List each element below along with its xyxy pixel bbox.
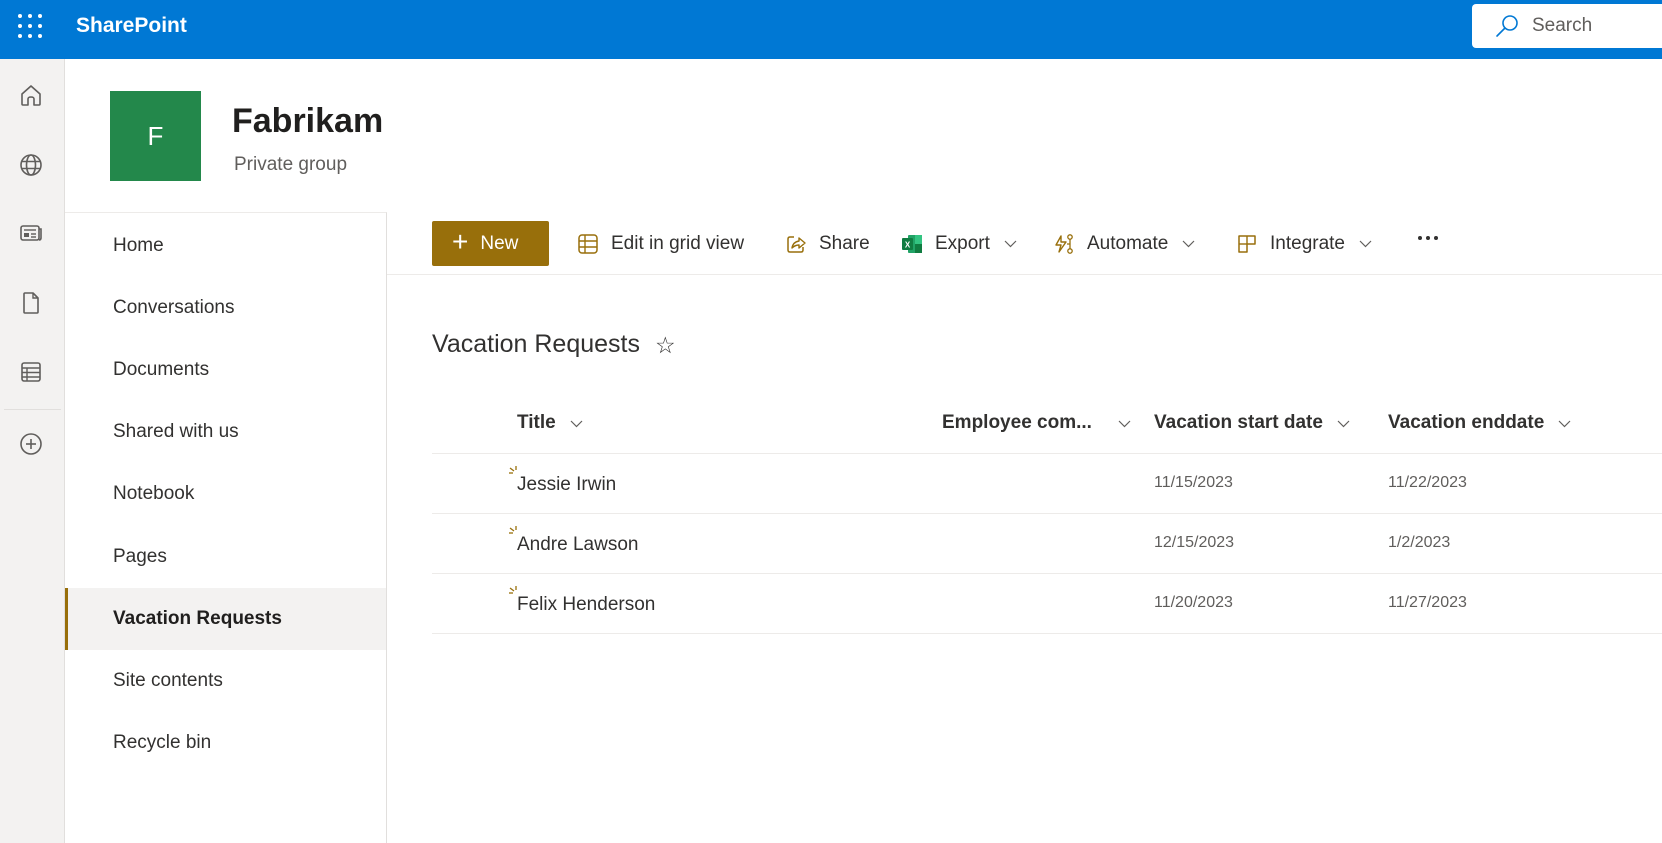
column-header-vacation-end-date-label: Vacation enddate <box>1388 412 1545 433</box>
globe-icon[interactable] <box>17 151 45 179</box>
chevron-down-icon <box>570 420 583 427</box>
row-start-date: 11/20/2023 <box>1154 594 1233 611</box>
share-icon <box>787 235 806 253</box>
column-header-vacation-start-date-label: Vacation start date <box>1154 412 1323 433</box>
column-header-title[interactable]: Title <box>517 412 583 434</box>
row-title-link[interactable]: Andre Lawson <box>517 534 638 556</box>
row-end-date: 11/22/2023 <box>1388 474 1467 491</box>
svg-text:X: X <box>905 240 911 249</box>
list-view: Title Employee com... Vacation start dat… <box>432 394 1662 634</box>
nav-item-home[interactable]: Home <box>65 215 386 277</box>
row-title-link[interactable]: Felix Henderson <box>517 594 655 616</box>
row-start-date: 11/15/2023 <box>1154 474 1233 491</box>
edit-in-grid-view-label: Edit in grid view <box>611 232 745 254</box>
column-header-employee-comments[interactable]: Employee com... <box>942 412 1131 434</box>
column-header-vacation-start-date[interactable]: Vacation start date <box>1154 412 1350 434</box>
integrate-icon <box>1238 234 1256 253</box>
chevron-down-icon <box>1359 240 1372 248</box>
row-title-link[interactable]: Jessie Irwin <box>517 474 616 496</box>
export-button[interactable]: X Export <box>901 221 1017 266</box>
share-button[interactable]: Share <box>785 221 870 266</box>
search-placeholder: Search <box>1532 15 1593 36</box>
nav-item-notebook[interactable]: Notebook <box>65 463 386 525</box>
app-bar-divider <box>4 409 61 410</box>
create-plus-icon[interactable] <box>17 430 45 458</box>
export-label: Export <box>935 232 990 254</box>
automate-button[interactable]: Automate <box>1053 221 1195 266</box>
list-row[interactable]: Felix Henderson 11/20/2023 11/27/2023 <box>432 574 1662 634</box>
plus-icon: + <box>452 226 469 257</box>
nav-item-shared-with-us[interactable]: Shared with us <box>65 401 386 463</box>
row-end-date: 11/27/2023 <box>1388 594 1467 611</box>
automate-flow-icon <box>1055 233 1073 254</box>
app-launcher-waffle-icon[interactable] <box>18 14 44 40</box>
column-header-row: Title Employee com... Vacation start dat… <box>432 394 1662 454</box>
nav-item-vacation-requests[interactable]: Vacation Requests <box>65 588 386 650</box>
site-title[interactable]: Fabrikam <box>232 102 383 141</box>
column-header-employee-comments-label: Employee com... <box>942 412 1092 433</box>
search-box[interactable]: Search <box>1472 4 1662 48</box>
integrate-label: Integrate <box>1270 232 1345 254</box>
share-label: Share <box>819 232 870 254</box>
list-row[interactable]: Andre Lawson 12/15/2023 1/2/2023 <box>432 514 1662 574</box>
new-button[interactable]: + New <box>432 221 549 266</box>
new-button-label: New <box>480 232 519 254</box>
nav-item-recycle-bin[interactable]: Recycle bin <box>65 712 386 774</box>
excel-icon: X <box>902 234 922 253</box>
integrate-button[interactable]: Integrate <box>1236 221 1372 266</box>
app-bar <box>0 59 65 843</box>
chevron-down-icon <box>1337 420 1350 427</box>
column-header-vacation-end-date[interactable]: Vacation enddate <box>1388 412 1571 434</box>
news-icon[interactable] <box>17 219 45 247</box>
edit-in-grid-view-button[interactable]: Edit in grid view <box>577 221 744 266</box>
site-navigation: Home Conversations Documents Shared with… <box>65 212 387 843</box>
more-options-icon[interactable] <box>1418 236 1438 240</box>
nav-item-site-contents[interactable]: Site contents <box>65 650 386 712</box>
lists-icon[interactable] <box>17 358 45 386</box>
chevron-down-icon <box>1558 420 1571 427</box>
automate-label: Automate <box>1087 232 1169 254</box>
app-name[interactable]: SharePoint <box>76 14 187 38</box>
document-icon[interactable] <box>17 289 45 317</box>
nav-item-documents[interactable]: Documents <box>65 339 386 401</box>
search-icon <box>1496 15 1518 37</box>
nav-item-pages[interactable]: Pages <box>65 526 386 588</box>
grid-view-icon <box>578 233 598 254</box>
command-bar: + New Edit in grid view Share X Export A… <box>387 212 1662 275</box>
suite-header: SharePoint Search <box>0 0 1662 59</box>
list-title: Vacation Requests <box>432 330 640 358</box>
row-start-date: 12/15/2023 <box>1154 534 1235 551</box>
column-header-title-label: Title <box>517 412 556 433</box>
row-end-date: 1/2/2023 <box>1388 534 1451 551</box>
chevron-down-icon <box>1118 420 1131 427</box>
site-logo[interactable]: F <box>110 91 201 181</box>
home-icon[interactable] <box>17 81 45 109</box>
chevron-down-icon <box>1004 240 1017 248</box>
favorite-star-icon[interactable]: ☆ <box>655 332 676 359</box>
site-privacy-label: Private group <box>234 154 348 175</box>
nav-item-conversations[interactable]: Conversations <box>65 277 386 339</box>
chevron-down-icon <box>1182 240 1195 248</box>
list-row[interactable]: Jessie Irwin 11/15/2023 11/22/2023 <box>432 454 1662 514</box>
